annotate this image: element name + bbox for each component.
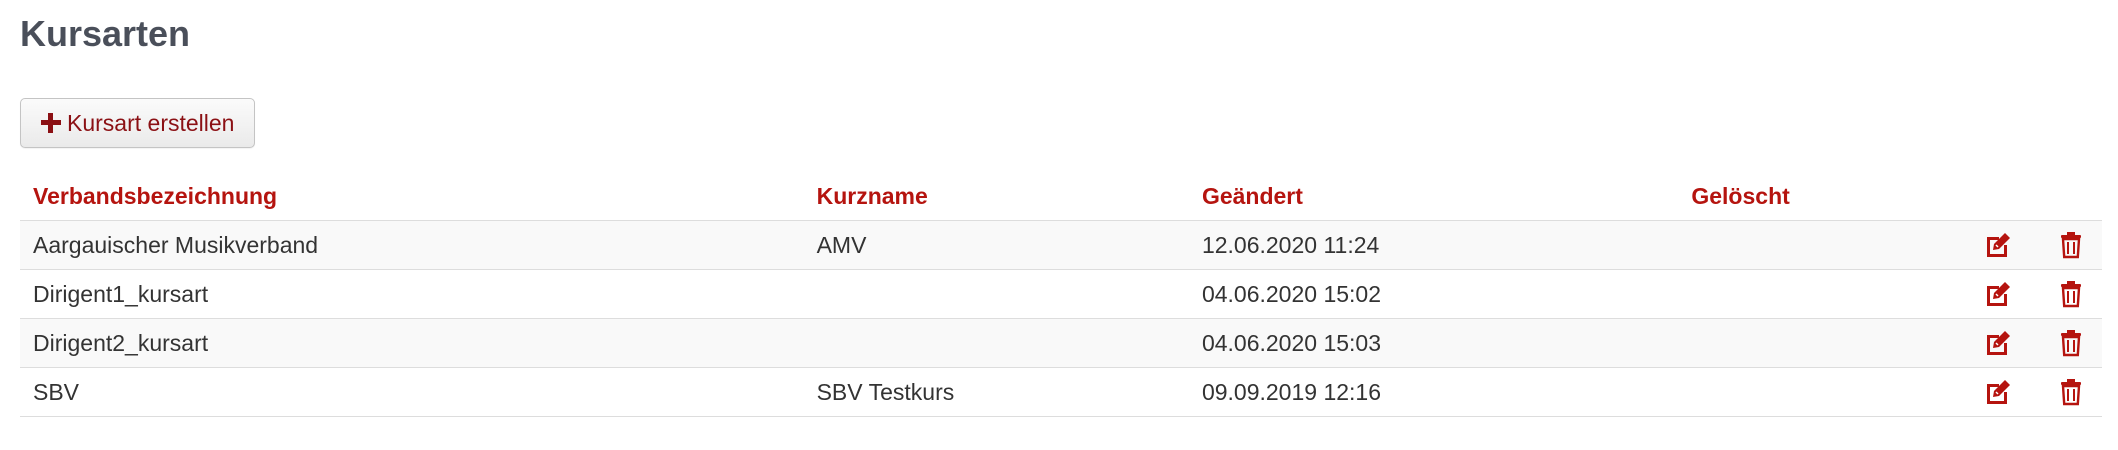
kursarten-table: Verbandsbezeichnung Kurzname Geändert Ge… bbox=[20, 172, 2102, 417]
cell-geaendert: 09.09.2019 12:16 bbox=[1188, 367, 1679, 417]
table-header-row: Verbandsbezeichnung Kurzname Geändert Ge… bbox=[20, 172, 2102, 221]
table-row: Dirigent1_kursart 04.06.2020 15:02 bbox=[20, 269, 2102, 319]
trash-icon[interactable] bbox=[2056, 279, 2086, 309]
cell-geloescht bbox=[1678, 220, 1957, 270]
cell-kurzname bbox=[803, 318, 1189, 368]
cell-verbandsbezeichnung: SBV bbox=[20, 367, 804, 417]
table-row: Dirigent2_kursart 04.06.2020 15:03 bbox=[20, 318, 2102, 368]
cell-verbandsbezeichnung: Aargauischer Musikverband bbox=[20, 220, 804, 270]
cell-verbandsbezeichnung: Dirigent1_kursart bbox=[20, 269, 804, 319]
edit-icon[interactable] bbox=[1983, 279, 2013, 309]
trash-icon[interactable] bbox=[2056, 230, 2086, 260]
cell-delete-action bbox=[2039, 318, 2102, 368]
cell-geloescht bbox=[1678, 318, 1957, 368]
column-header-edit bbox=[1956, 172, 2040, 221]
column-header-geloescht[interactable]: Gelöscht bbox=[1678, 172, 1957, 221]
edit-icon[interactable] bbox=[1983, 328, 2013, 358]
trash-icon[interactable] bbox=[2056, 328, 2086, 358]
cell-geaendert: 04.06.2020 15:02 bbox=[1188, 269, 1679, 319]
cell-verbandsbezeichnung: Dirigent2_kursart bbox=[20, 318, 804, 368]
edit-icon[interactable] bbox=[1983, 230, 2013, 260]
page-title: Kursarten bbox=[20, 13, 191, 54]
cell-kurzname: SBV Testkurs bbox=[803, 367, 1189, 417]
create-kursart-label: Kursart erstellen bbox=[67, 109, 235, 136]
cell-geaendert: 04.06.2020 15:03 bbox=[1188, 318, 1679, 368]
cell-kurzname bbox=[803, 269, 1189, 319]
cell-edit-action bbox=[1956, 318, 2040, 368]
trash-icon[interactable] bbox=[2056, 377, 2086, 407]
cell-delete-action bbox=[2039, 220, 2102, 270]
cell-geaendert: 12.06.2020 11:24 bbox=[1188, 220, 1679, 270]
column-header-verbandsbezeichnung[interactable]: Verbandsbezeichnung bbox=[20, 172, 804, 221]
cell-geloescht bbox=[1678, 269, 1957, 319]
table-row: SBV SBV Testkurs 09.09.2019 12:16 bbox=[20, 367, 2102, 417]
cell-edit-action bbox=[1956, 269, 2040, 319]
cell-kurzname: AMV bbox=[803, 220, 1189, 270]
column-header-geaendert[interactable]: Geändert bbox=[1188, 172, 1679, 221]
table-row: Aargauischer Musikverband AMV 12.06.2020… bbox=[20, 220, 2102, 270]
column-header-delete bbox=[2039, 172, 2102, 221]
create-kursart-button[interactable]: Kursart erstellen bbox=[20, 98, 256, 148]
cell-delete-action bbox=[2039, 269, 2102, 319]
column-header-kurzname[interactable]: Kurzname bbox=[803, 172, 1189, 221]
edit-icon[interactable] bbox=[1983, 377, 2013, 407]
cell-edit-action bbox=[1956, 367, 2040, 417]
cell-geloescht bbox=[1678, 367, 1957, 417]
cell-delete-action bbox=[2039, 367, 2102, 417]
cell-edit-action bbox=[1956, 220, 2040, 270]
plus-icon bbox=[41, 113, 61, 133]
